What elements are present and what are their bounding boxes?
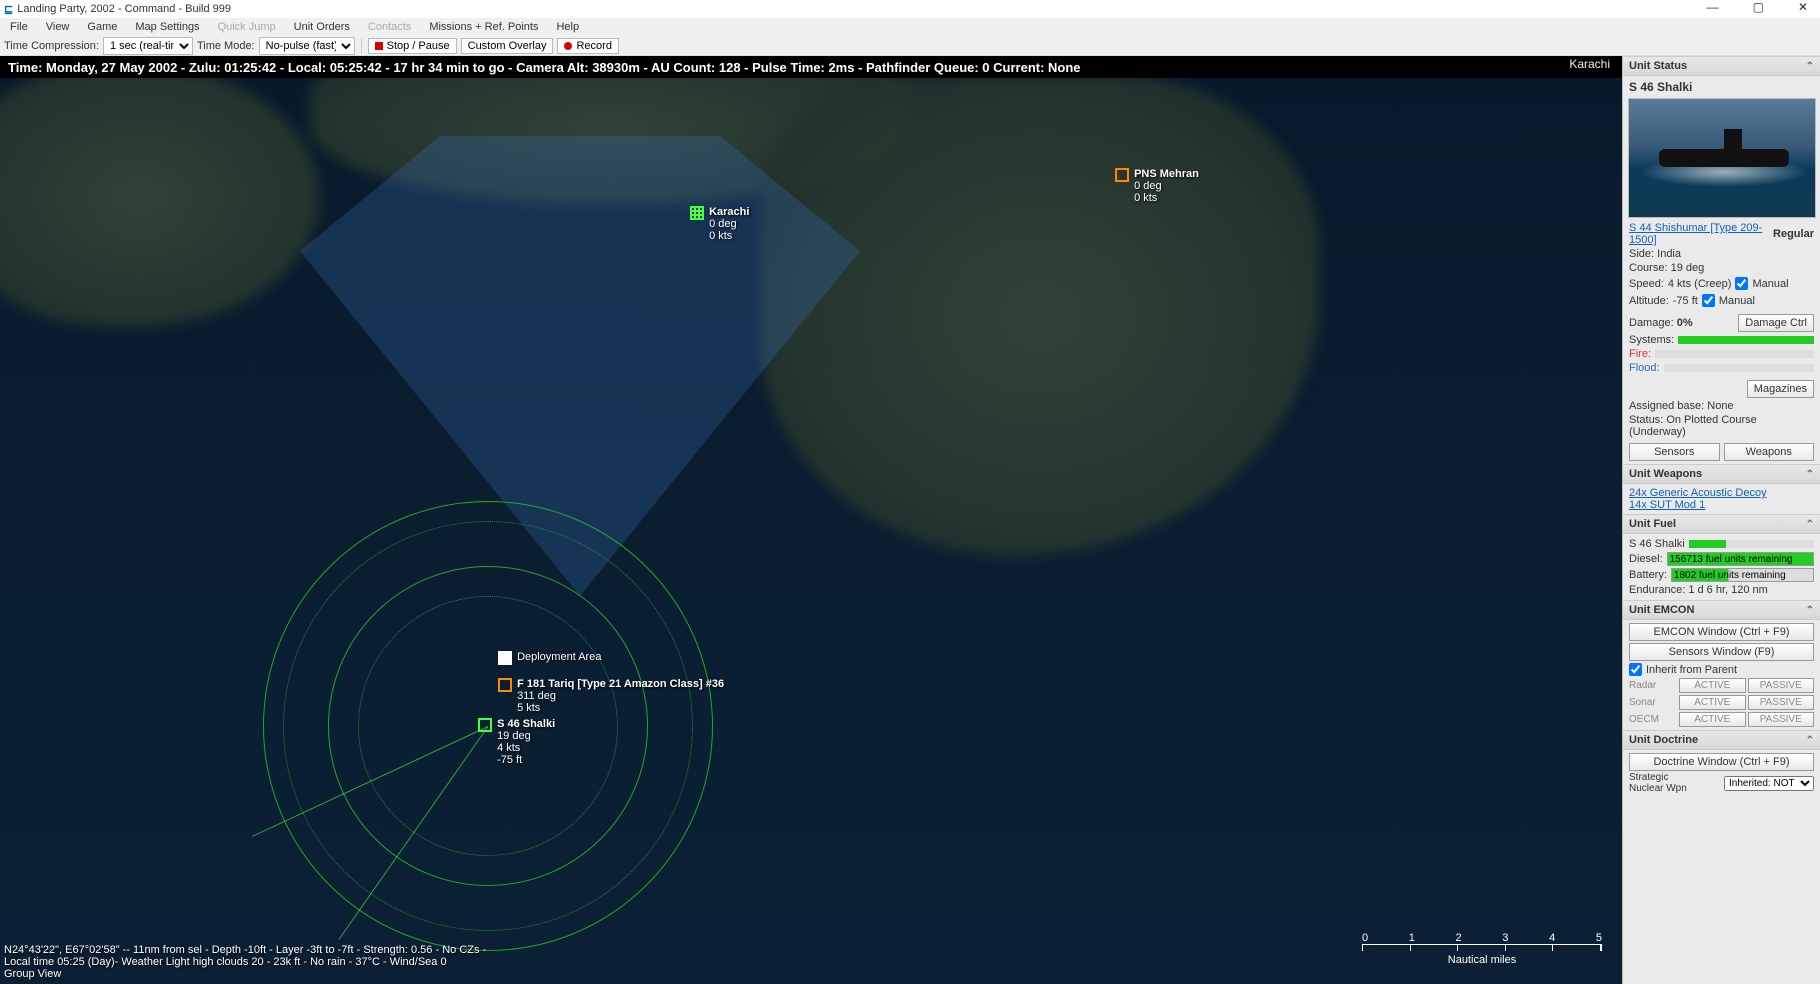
- land-mass: [760, 76, 1320, 556]
- coord-readout: N24°43'22", E67°02'58" -- 11nm from sel …: [4, 944, 486, 956]
- window-controls: — ▢ ✕: [1699, 0, 1816, 14]
- submarine-icon: [478, 718, 492, 732]
- time-compression-label: Time Compression:: [4, 40, 99, 52]
- map-info-overlay: N24°43'22", E67°02'58" -- 11nm from sel …: [4, 944, 486, 980]
- oecm-active-button[interactable]: ACTIVE: [1679, 712, 1746, 727]
- oecm-passive-button[interactable]: PASSIVE: [1748, 712, 1815, 727]
- menu-map-settings[interactable]: Map Settings: [129, 20, 205, 34]
- flood-bar: [1664, 364, 1814, 372]
- time-mode-label: Time Mode:: [197, 40, 255, 52]
- weapons-button[interactable]: Weapons: [1724, 443, 1815, 461]
- scale-label: Nautical miles: [1362, 954, 1602, 966]
- maximize-button[interactable]: ▢: [1745, 0, 1772, 14]
- collapse-icon[interactable]: ⌃: [1806, 605, 1814, 616]
- map-view[interactable]: Time: Monday, 27 May 2002 - Zulu: 01:25:…: [0, 56, 1622, 984]
- unit-status-header[interactable]: Unit Status ⌃: [1623, 56, 1820, 76]
- menu-missions[interactable]: Missions + Ref. Points: [423, 20, 544, 34]
- sonar-active-button[interactable]: ACTIVE: [1679, 695, 1746, 710]
- emcon-window-button[interactable]: EMCON Window (Ctrl + F9): [1629, 623, 1814, 641]
- toolbar-separator: [361, 38, 362, 54]
- reference-point-icon: [498, 651, 512, 665]
- time-compression-select[interactable]: 1 sec (real-time): [103, 37, 193, 55]
- unit-label: S 46 Shalki 19 deg 4 kts -75 ft: [497, 718, 555, 766]
- airbase-icon: [1115, 168, 1129, 182]
- record-button[interactable]: Record: [557, 38, 618, 54]
- menu-view[interactable]: View: [40, 20, 76, 34]
- selected-unit-name: S 46 Shalki: [1623, 76, 1820, 98]
- sensors-button[interactable]: Sensors: [1629, 443, 1720, 461]
- sensors-window-button[interactable]: Sensors Window (F9): [1629, 643, 1814, 661]
- right-panel: Unit Status ⌃ S 46 Shalki S 44 Shishumar…: [1622, 56, 1820, 984]
- menu-help[interactable]: Help: [550, 20, 585, 34]
- main-area: Time: Monday, 27 May 2002 - Zulu: 01:25:…: [0, 56, 1820, 984]
- unit-label: Deployment Area: [517, 651, 601, 663]
- fuel-overall-bar: [1689, 540, 1814, 548]
- base-icon: [690, 206, 704, 220]
- unit-weapons-header[interactable]: Unit Weapons ⌃: [1623, 464, 1820, 484]
- altitude-manual-checkbox[interactable]: [1702, 294, 1715, 307]
- group-view-label: Group View: [4, 968, 486, 980]
- title-bar: ⊑ Landing Party, 2002 - Command - Build …: [0, 0, 1820, 18]
- status-text: Time: Monday, 27 May 2002 - Zulu: 01:25:…: [8, 60, 1081, 75]
- time-mode-select[interactable]: No-pulse (fast): [259, 37, 355, 55]
- unit-shalki-selected[interactable]: S 46 Shalki 19 deg 4 kts -75 ft: [478, 718, 555, 766]
- status-bar: Time: Monday, 27 May 2002 - Zulu: 01:25:…: [0, 56, 1622, 78]
- radar-active-button[interactable]: ACTIVE: [1679, 678, 1746, 693]
- stop-pause-button[interactable]: Stop / Pause: [368, 38, 457, 54]
- doctrine-window-button[interactable]: Doctrine Window (Ctrl + F9): [1629, 753, 1814, 771]
- unit-mehran[interactable]: PNS Mehran 0 deg 0 kts: [1115, 168, 1199, 204]
- battery-bar: 1802 fuel units remaining: [1671, 568, 1814, 582]
- unit-label: F 181 Tariq [Type 21 Amazon Class] #36 3…: [517, 678, 724, 714]
- minimize-button[interactable]: —: [1699, 0, 1727, 14]
- weapon-link[interactable]: 24x Generic Acoustic Decoy: [1629, 487, 1767, 499]
- region-label: Karachi: [1569, 57, 1610, 71]
- menu-unit-orders[interactable]: Unit Orders: [288, 20, 356, 34]
- menu-bar: File View Game Map Settings Quick Jump U…: [0, 18, 1820, 36]
- collapse-icon[interactable]: ⌃: [1806, 735, 1814, 746]
- unit-fuel-header[interactable]: Unit Fuel ⌃: [1623, 514, 1820, 534]
- tool-bar: Time Compression: 1 sec (real-time) Time…: [0, 36, 1820, 56]
- unit-class-link[interactable]: S 44 Shishumar [Type 209-1500]: [1629, 222, 1773, 246]
- fire-bar: [1655, 350, 1814, 358]
- unit-image: [1628, 98, 1816, 218]
- speed-manual-checkbox[interactable]: [1735, 277, 1748, 290]
- damage-ctrl-button[interactable]: Damage Ctrl: [1738, 314, 1814, 332]
- app-icon: ⊑: [4, 3, 13, 16]
- stop-icon: [375, 42, 383, 50]
- weapon-link[interactable]: 14x SUT Mod 1: [1629, 499, 1705, 511]
- weather-readout: Local time 05:25 (Day)- Weather Light hi…: [4, 956, 486, 968]
- unit-label: Karachi 0 deg 0 kts: [709, 206, 749, 242]
- surface-contact-icon: [498, 678, 512, 692]
- sonar-passive-button[interactable]: PASSIVE: [1748, 695, 1815, 710]
- unit-doctrine-header[interactable]: Unit Doctrine ⌃: [1623, 730, 1820, 750]
- close-button[interactable]: ✕: [1790, 0, 1816, 14]
- custom-overlay-button[interactable]: Custom Overlay: [461, 38, 554, 54]
- window-title: Landing Party, 2002 - Command - Build 99…: [17, 3, 231, 15]
- proficiency-label: Regular: [1773, 228, 1814, 240]
- collapse-icon[interactable]: ⌃: [1806, 61, 1814, 72]
- scale-bar: 0 1 2 3 4 5 Nautical miles: [1362, 932, 1602, 966]
- doctrine-nuclear-select[interactable]: Inherited: NOT GR: [1724, 776, 1814, 791]
- unit-emcon-header[interactable]: Unit EMCON ⌃: [1623, 600, 1820, 620]
- menu-contacts: Contacts: [362, 20, 417, 34]
- magazines-button[interactable]: Magazines: [1747, 380, 1814, 398]
- land-mass: [0, 66, 320, 326]
- menu-game[interactable]: Game: [81, 20, 123, 34]
- menu-quick-jump: Quick Jump: [212, 20, 282, 34]
- unit-label: PNS Mehran 0 deg 0 kts: [1134, 168, 1199, 204]
- radar-passive-button[interactable]: PASSIVE: [1748, 678, 1815, 693]
- collapse-icon[interactable]: ⌃: [1806, 519, 1814, 530]
- systems-bar: [1678, 336, 1814, 344]
- unit-tariq[interactable]: F 181 Tariq [Type 21 Amazon Class] #36 3…: [498, 678, 724, 714]
- record-icon: [564, 42, 572, 50]
- inherit-parent-checkbox[interactable]: [1629, 663, 1642, 676]
- menu-file[interactable]: File: [4, 20, 34, 34]
- unit-karachi[interactable]: Karachi 0 deg 0 kts: [690, 206, 749, 242]
- diesel-bar: 156713 fuel units remaining: [1667, 552, 1814, 566]
- unit-deployment-area[interactable]: Deployment Area: [498, 651, 601, 665]
- collapse-icon[interactable]: ⌃: [1806, 469, 1814, 480]
